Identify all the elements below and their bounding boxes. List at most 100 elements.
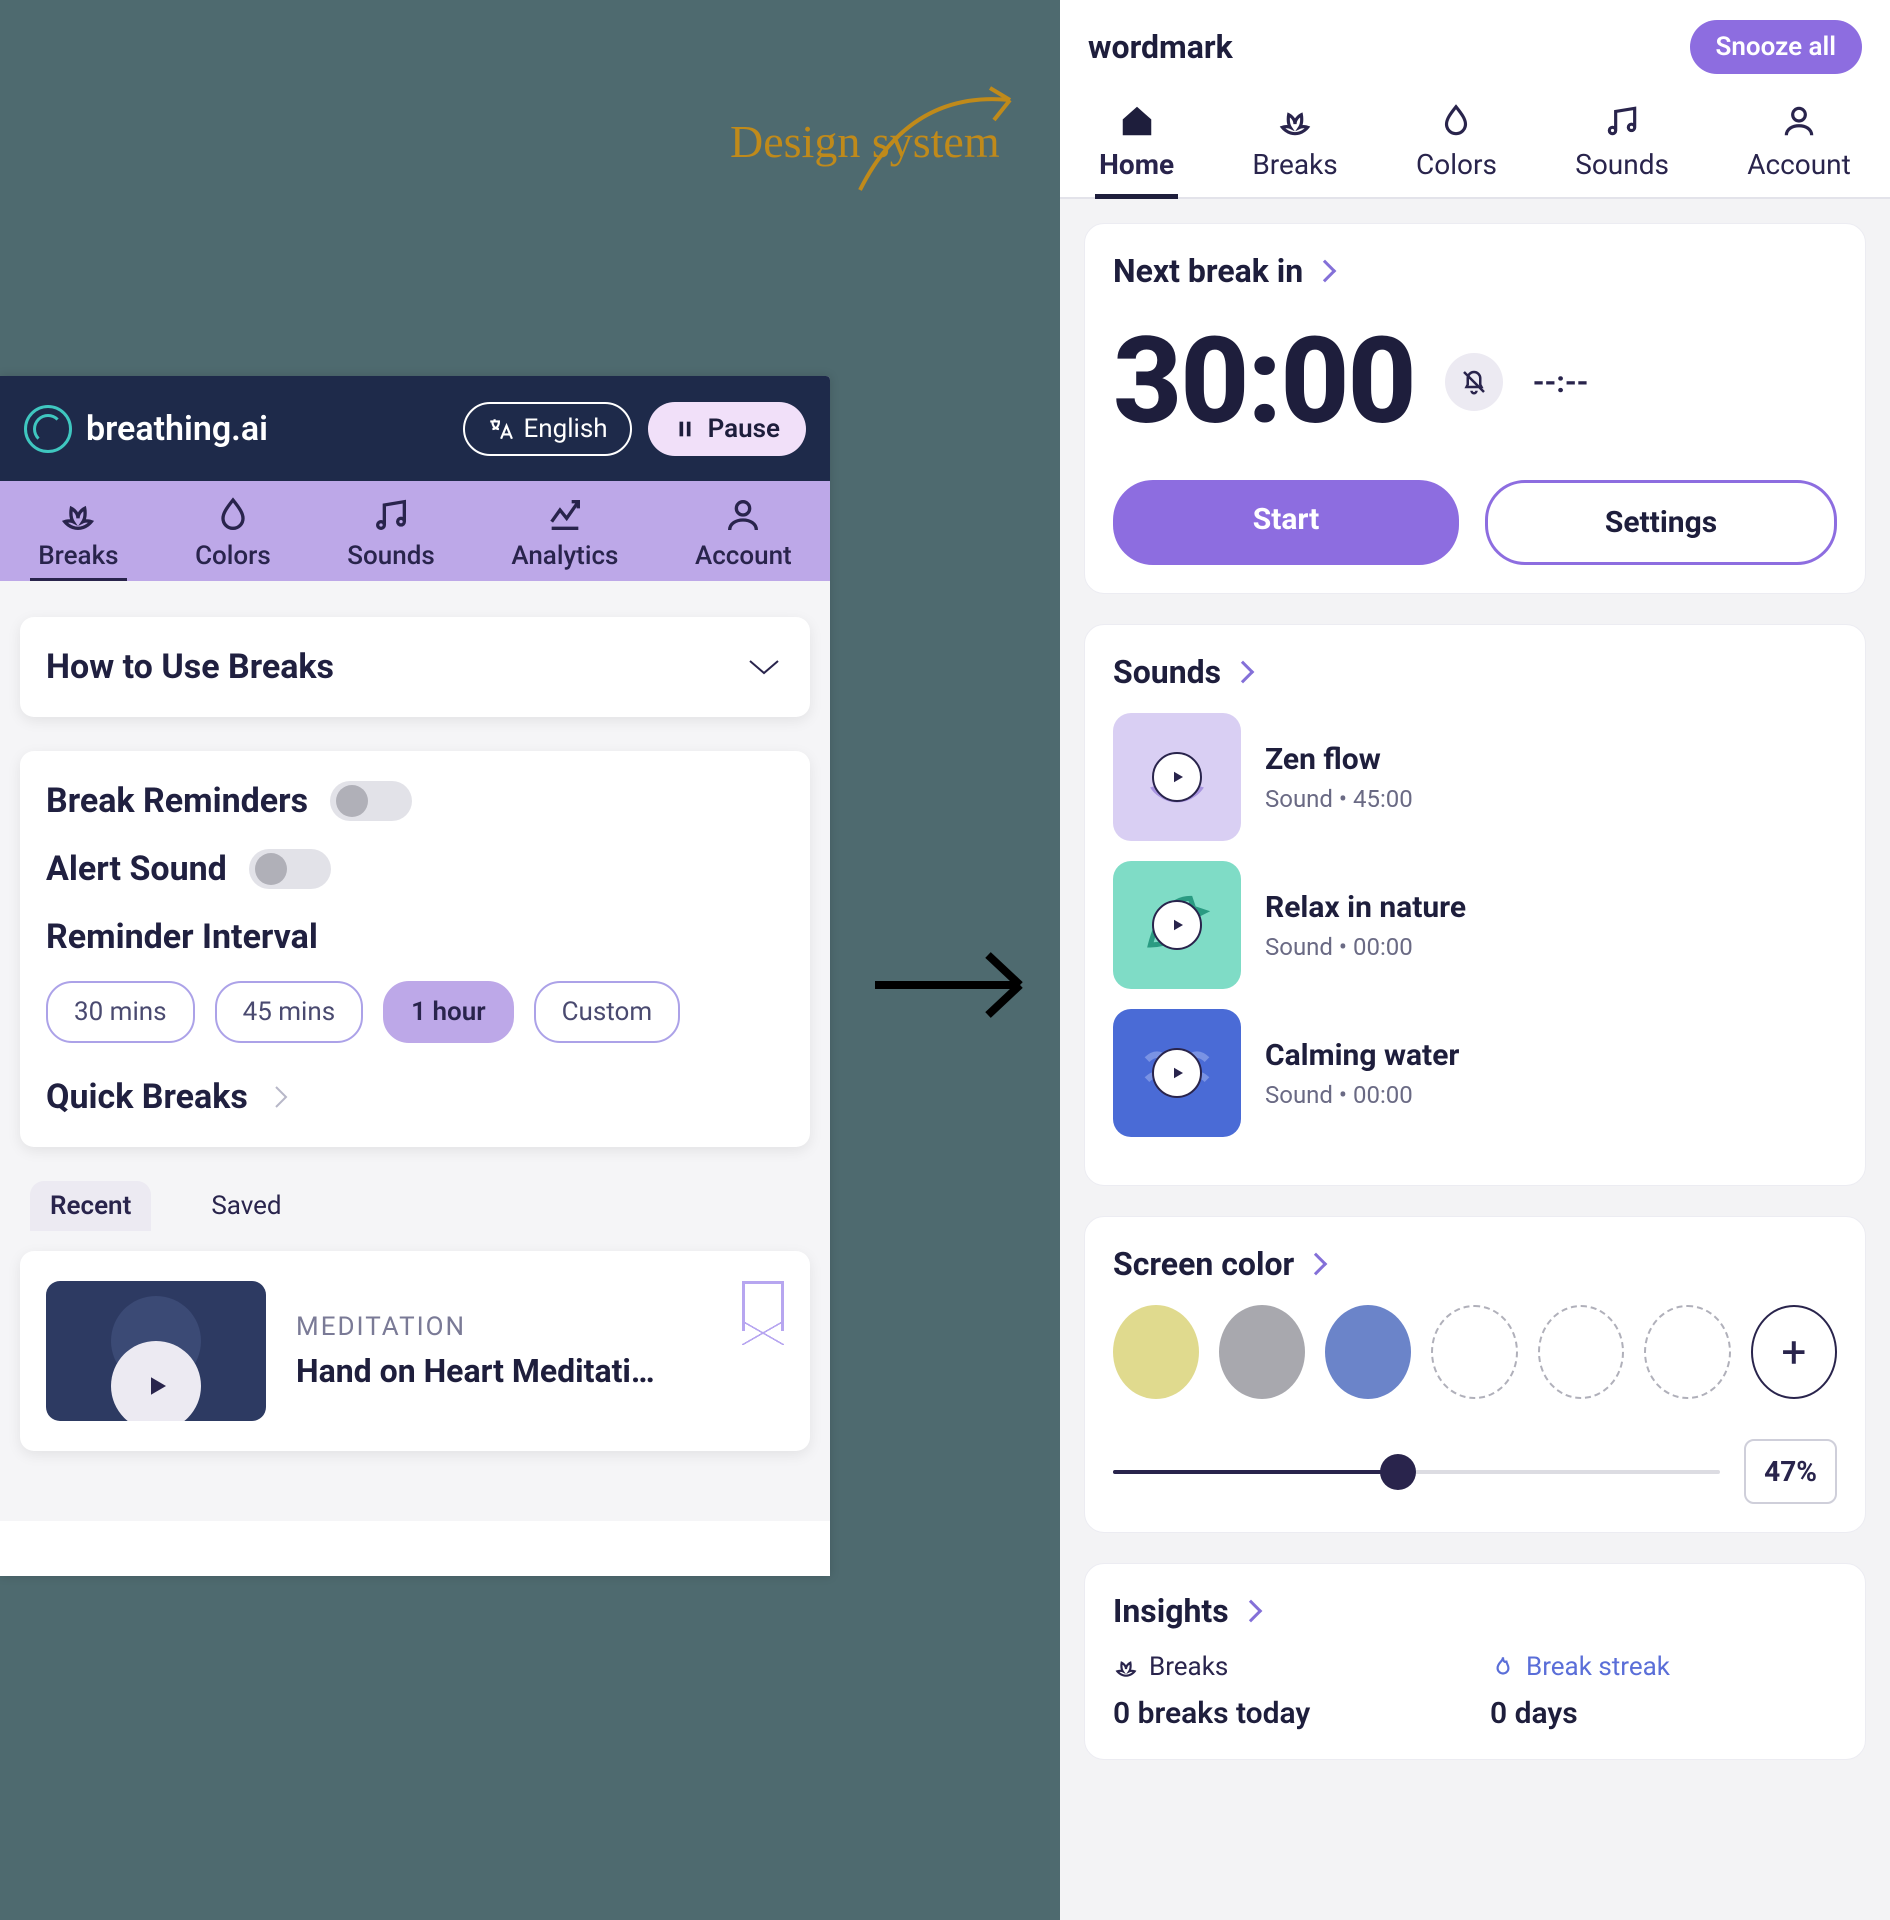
swatch-gray[interactable] — [1219, 1305, 1305, 1399]
play-icon[interactable] — [1152, 752, 1202, 802]
slider-knob[interactable] — [1380, 1454, 1416, 1490]
settings-button[interactable]: Settings — [1485, 480, 1837, 565]
play-icon[interactable] — [1152, 1048, 1202, 1098]
insights-card: Insights Breaks 0 breaks today Break str… — [1084, 1563, 1866, 1760]
swatch-empty-2[interactable] — [1538, 1305, 1624, 1399]
bookmark-icon[interactable] — [742, 1281, 784, 1331]
pause-button[interactable]: Pause — [648, 402, 806, 456]
insight-label: Break streak — [1526, 1652, 1670, 1682]
chevron-right-icon — [272, 1083, 290, 1111]
tab-label: Breaks — [1252, 148, 1337, 181]
music-icon — [371, 495, 411, 535]
logo-text: breathing.ai — [86, 409, 268, 449]
new-app-panel: wordmark Snooze all Home Breaks Colors S… — [1060, 0, 1890, 1920]
tab-label: Colors — [1416, 148, 1497, 181]
howto-title: How to Use Breaks — [46, 647, 334, 687]
tab-colors[interactable]: Colors — [187, 495, 279, 571]
music-icon — [1603, 102, 1641, 140]
tab-breaks[interactable]: Breaks — [1248, 94, 1341, 197]
chevron-right-icon — [1314, 260, 1337, 283]
drop-icon — [213, 495, 253, 535]
tab-colors[interactable]: Colors — [1412, 94, 1501, 197]
sound-item-water[interactable]: Calming water Sound • 00:00 — [1113, 1009, 1837, 1137]
play-icon[interactable] — [1152, 900, 1202, 950]
interval-45min[interactable]: 45 mins — [215, 981, 364, 1043]
insights-title: Insights — [1113, 1592, 1229, 1630]
sound-meta: Sound • 45:00 — [1265, 785, 1413, 813]
tab-breaks[interactable]: Breaks — [30, 495, 126, 571]
interval-custom[interactable]: Custom — [534, 981, 681, 1043]
alert-sound-label: Alert Sound — [46, 849, 227, 889]
swatch-empty-1[interactable] — [1431, 1305, 1517, 1399]
swatch-empty-3[interactable] — [1644, 1305, 1730, 1399]
screen-color-title-row[interactable]: Screen color — [1113, 1245, 1837, 1283]
tab-label: Sounds — [1575, 148, 1669, 181]
alert-sound-toggle[interactable] — [249, 849, 331, 889]
swatch-blue[interactable] — [1325, 1305, 1411, 1399]
insights-title-row[interactable]: Insights — [1113, 1592, 1837, 1630]
tab-account[interactable]: Account — [1743, 94, 1855, 197]
media-thumbnail — [46, 1281, 266, 1421]
timer-value: 30:00 — [1113, 312, 1415, 452]
wordmark: wordmark — [1088, 28, 1233, 66]
translate-icon — [487, 416, 513, 442]
chevron-right-icon — [1239, 1600, 1262, 1623]
tab-account[interactable]: Account — [687, 495, 800, 571]
break-reminders-toggle[interactable] — [330, 781, 412, 821]
quick-breaks-label: Quick Breaks — [46, 1077, 248, 1117]
screen-color-card: Screen color + 47% — [1084, 1216, 1866, 1533]
screen-color-title: Screen color — [1113, 1245, 1294, 1283]
howto-card[interactable]: How to Use Breaks — [20, 617, 810, 717]
flame-icon — [1490, 1654, 1516, 1680]
reminder-interval-label: Reminder Interval — [46, 917, 784, 957]
sounds-title-row[interactable]: Sounds — [1113, 653, 1837, 691]
interval-pills: 30 mins 45 mins 1 hour Custom — [46, 981, 784, 1043]
snooze-all-button[interactable]: Snooze all — [1690, 20, 1863, 74]
home-icon — [1118, 102, 1156, 140]
brightness-slider[interactable] — [1113, 1470, 1720, 1474]
interval-30min[interactable]: 30 mins — [46, 981, 195, 1043]
sound-item-nature[interactable]: Relax in nature Sound • 00:00 — [1113, 861, 1837, 989]
media-card[interactable]: MEDITATION Hand on Heart Meditati… — [20, 1251, 810, 1451]
subtab-recent[interactable]: Recent — [30, 1181, 151, 1231]
insight-value: 0 breaks today — [1113, 1696, 1460, 1731]
pause-label: Pause — [708, 414, 780, 444]
lotus-icon — [58, 495, 98, 535]
swatch-add[interactable]: + — [1751, 1305, 1837, 1399]
sounds-card: Sounds Zen flow Sound • 45:00 — [1084, 624, 1866, 1186]
play-icon[interactable] — [111, 1341, 201, 1421]
logo: breathing.ai — [24, 405, 268, 453]
tab-label: Account — [695, 541, 792, 571]
lotus-icon — [1276, 102, 1314, 140]
bell-off-icon — [1459, 367, 1489, 397]
chevron-right-icon — [1305, 1253, 1328, 1276]
old-header: breathing.ai English Pause — [0, 376, 830, 481]
sounds-title: Sounds — [1113, 653, 1221, 691]
user-icon — [1780, 102, 1818, 140]
tab-sounds[interactable]: Sounds — [339, 495, 442, 571]
new-header: wordmark Snooze all — [1060, 0, 1890, 84]
mute-button[interactable] — [1445, 353, 1503, 411]
tab-home[interactable]: Home — [1095, 94, 1178, 197]
language-button[interactable]: English — [463, 402, 631, 456]
sound-meta: Sound • 00:00 — [1265, 1081, 1413, 1109]
media-title: Hand on Heart Meditati… — [296, 1352, 712, 1390]
sound-meta: Sound • 00:00 — [1265, 933, 1413, 961]
start-button[interactable]: Start — [1113, 480, 1459, 565]
sound-item-zen[interactable]: Zen flow Sound • 45:00 — [1113, 713, 1837, 841]
tab-sounds[interactable]: Sounds — [1571, 94, 1673, 197]
quick-breaks-row[interactable]: Quick Breaks — [46, 1077, 784, 1117]
sound-name: Calming water — [1265, 1038, 1459, 1073]
curved-arrow-icon — [850, 80, 1030, 200]
lotus-icon — [1113, 1654, 1139, 1680]
subtab-saved[interactable]: Saved — [191, 1181, 301, 1231]
interval-1hour[interactable]: 1 hour — [383, 981, 513, 1043]
tab-label: Colors — [195, 541, 271, 571]
next-break-title-row[interactable]: Next break in — [1113, 252, 1837, 290]
sound-thumb — [1113, 1009, 1241, 1137]
swatch-yellow[interactable] — [1113, 1305, 1199, 1399]
old-app-panel: breathing.ai English Pause Breaks Colors… — [0, 376, 830, 1576]
media-category: MEDITATION — [296, 1312, 712, 1342]
tab-analytics[interactable]: Analytics — [503, 495, 626, 571]
tab-label: Sounds — [347, 541, 434, 571]
